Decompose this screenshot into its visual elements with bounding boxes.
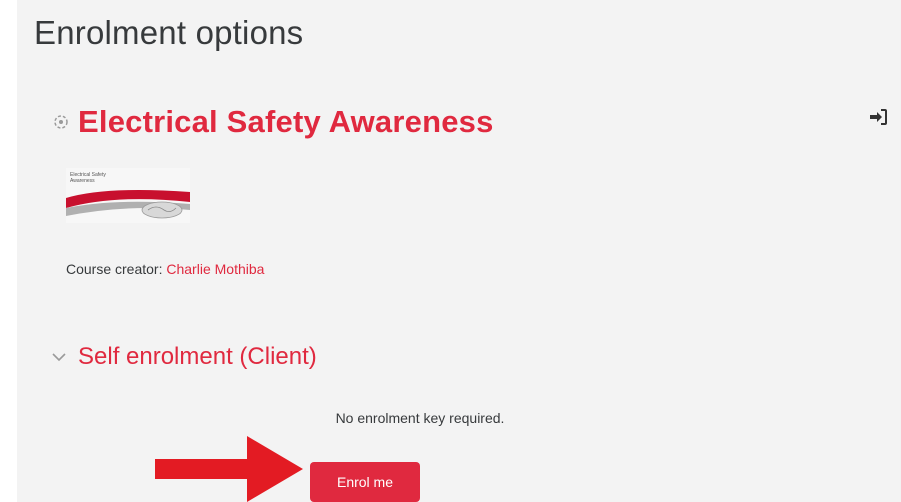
self-enrolment-section-toggle[interactable]: Self enrolment (Client) xyxy=(52,343,317,371)
enrol-me-button[interactable]: Enrol me xyxy=(310,462,420,502)
course-header: Electrical Safety Awareness xyxy=(52,104,494,140)
course-thumbnail-caption: Electrical Safety Awareness xyxy=(70,172,106,184)
enrol-icon[interactable] xyxy=(869,109,887,125)
course-creator-label: Course creator: xyxy=(66,261,163,277)
course-creator: Course creator: Charlie Mothiba xyxy=(66,261,264,277)
arrow-right-icon xyxy=(155,436,303,502)
course-creator-link[interactable]: Charlie Mothiba xyxy=(166,261,264,277)
course-thumbnail: Electrical Safety Awareness xyxy=(66,168,190,223)
page-title: Enrolment options xyxy=(34,14,304,51)
enrolment-panel: Enrolment options Electrical Safety Awar… xyxy=(17,0,901,502)
self-enrolment-title: Self enrolment (Client) xyxy=(78,343,317,370)
course-icon xyxy=(54,115,68,129)
chevron-down-icon xyxy=(52,353,66,362)
enrolment-key-message: No enrolment key required. xyxy=(335,410,505,426)
course-name-link[interactable]: Electrical Safety Awareness xyxy=(78,104,494,140)
